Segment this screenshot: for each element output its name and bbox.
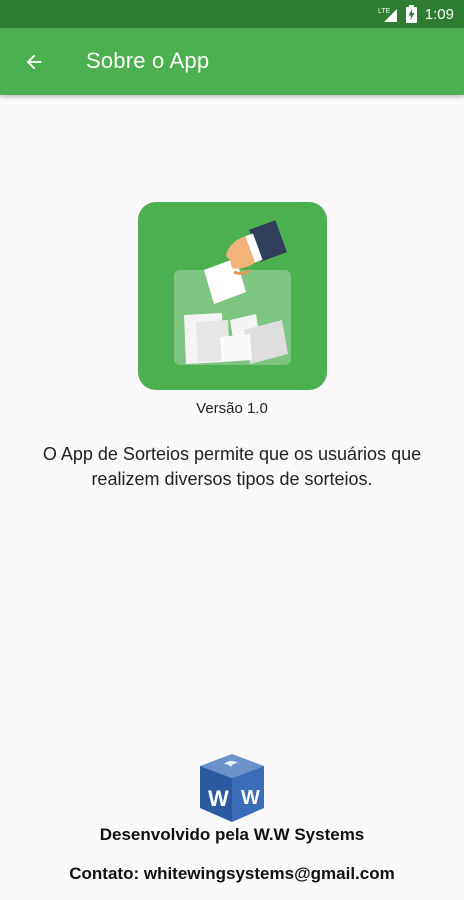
arrow-left-icon bbox=[26, 54, 42, 70]
svg-text:W: W bbox=[208, 786, 229, 811]
status-icons: LTE 1:09 bbox=[378, 0, 454, 28]
version-label: Versão 1.0 bbox=[196, 400, 268, 417]
battery-charging-icon bbox=[405, 5, 417, 23]
signal-icon: LTE bbox=[378, 5, 398, 23]
developer-credit: Desenvolvido pela W.W Systems bbox=[99, 825, 365, 844]
back-button[interactable] bbox=[14, 42, 54, 82]
svg-text:W: W bbox=[241, 787, 260, 809]
page-title: Sobre o App bbox=[86, 48, 210, 73]
status-time: 1:09 bbox=[424, 5, 454, 23]
app-description: O App de Sorteios permite que os usuário… bbox=[42, 444, 422, 489]
app-bar: Sobre o App bbox=[0, 28, 464, 95]
svg-text:LTE: LTE bbox=[378, 8, 391, 15]
status-bar: LTE 1:09 bbox=[0, 0, 464, 28]
app-logo bbox=[138, 202, 327, 390]
company-logo: W W bbox=[198, 752, 266, 822]
contact-email: Contato: whitewingsystems@gmail.com bbox=[69, 864, 395, 883]
